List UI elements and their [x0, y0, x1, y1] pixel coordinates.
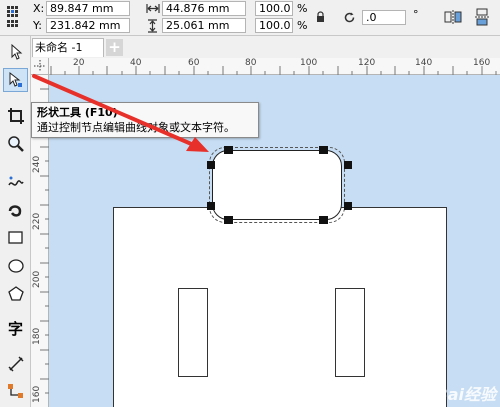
- annotation-arrow: [32, 74, 209, 152]
- coreldraw-window: X: 89.847 mm Y: 231.842 mm 44.876 mm 25.…: [0, 0, 500, 407]
